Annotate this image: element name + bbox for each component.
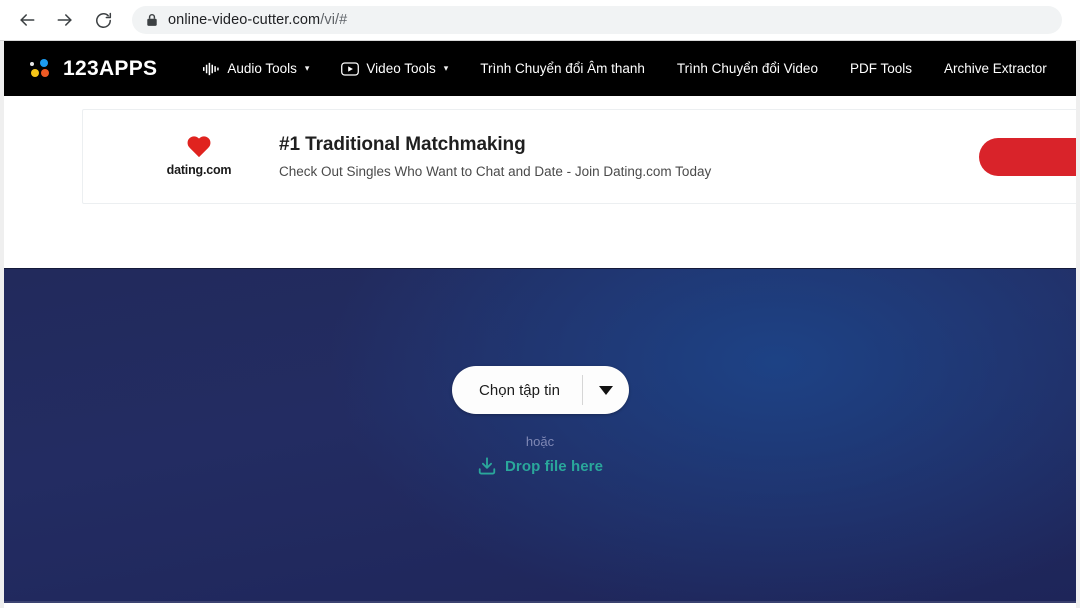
page-bottom-strip xyxy=(4,603,1076,608)
chevron-down-icon: ▾ xyxy=(304,63,310,73)
forward-button[interactable] xyxy=(46,1,84,39)
heart-icon xyxy=(186,136,212,160)
nav-item-label: Audio Tools xyxy=(227,61,297,76)
reload-icon xyxy=(94,11,113,30)
audio-waveform-icon xyxy=(203,62,220,76)
lock-icon xyxy=(146,13,158,27)
ad-banner[interactable]: dating.com #1 Traditional Matchmaking Ch… xyxy=(82,109,1076,204)
or-label: hoặc xyxy=(525,434,555,449)
nav-item-audio-converter[interactable]: Trình Chuyển đổi Âm thanh xyxy=(464,41,661,96)
nav-item-video-converter[interactable]: Trình Chuyển đổi Video xyxy=(661,41,834,96)
ad-brand-name: dating.com xyxy=(166,163,232,177)
ad-subtitle: Check Out Singles Who Want to Chat and D… xyxy=(279,164,712,179)
upload-hero: Chọn tập tin hoặc Drop file here xyxy=(4,268,1076,603)
browser-toolbar: online-video-cutter.com/vi/# xyxy=(0,0,1080,41)
url-domain: online-video-cutter.com xyxy=(168,12,321,28)
nav-item-audio-tools[interactable]: Audio Tools ▾ xyxy=(187,41,325,96)
nav-item-archive-extractor[interactable]: Archive Extractor xyxy=(928,41,1063,96)
url-path: /vi/# xyxy=(320,12,348,28)
ad-copy: #1 Traditional Matchmaking Check Out Sin… xyxy=(279,134,711,179)
choose-file-label: Chọn tập tin xyxy=(479,381,560,399)
ad-brand-logo: dating.com xyxy=(139,136,259,177)
nav-item-pdf-tools[interactable]: PDF Tools xyxy=(834,41,928,96)
nav-item-label: Video Tools xyxy=(366,61,436,76)
nav-item-label: Archive Extractor xyxy=(943,61,1047,76)
nav-item-label: Trình Chuyển đổi Video xyxy=(676,61,818,76)
logo-text: 123APPS xyxy=(63,56,158,80)
ad-cta-button[interactable] xyxy=(979,138,1076,176)
drop-file-label: Drop file here xyxy=(504,457,604,475)
nav-item-video-tools[interactable]: Video Tools ▾ xyxy=(325,41,464,96)
logo-dots-icon xyxy=(30,58,54,79)
nav-item-label: PDF Tools xyxy=(849,61,912,76)
nav-item-label: Trình Chuyển đổi Âm thanh xyxy=(480,61,645,76)
hero-bottom-divider xyxy=(4,601,1076,603)
address-bar[interactable]: online-video-cutter.com/vi/# xyxy=(132,6,1062,34)
choose-file-button[interactable]: Chọn tập tin xyxy=(451,366,629,414)
back-button[interactable] xyxy=(8,1,46,39)
logo-123apps[interactable]: 123APPS xyxy=(30,57,157,81)
ad-title: #1 Traditional Matchmaking xyxy=(279,134,526,155)
page-viewport: 123APPS Audio Tools ▾ Video Tools ▾ Trìn… xyxy=(0,41,1080,608)
choose-file-dropdown-toggle[interactable] xyxy=(583,385,629,395)
reload-button[interactable] xyxy=(84,1,122,39)
chevron-down-icon: ▾ xyxy=(443,63,449,73)
arrow-left-icon xyxy=(17,10,37,30)
url-text: online-video-cutter.com/vi/# xyxy=(168,12,347,28)
site-navbar: 123APPS Audio Tools ▾ Video Tools ▾ Trìn… xyxy=(4,41,1076,96)
advertisement-zone: dating.com #1 Traditional Matchmaking Ch… xyxy=(4,96,1076,268)
download-tray-icon xyxy=(477,456,497,476)
video-play-icon xyxy=(341,61,360,76)
chevron-down-icon xyxy=(598,385,613,395)
drop-file-area[interactable]: Drop file here xyxy=(477,456,603,476)
arrow-right-icon xyxy=(55,10,75,30)
screenshot-root: online-video-cutter.com/vi/# 123APPS Aud… xyxy=(0,0,1080,608)
